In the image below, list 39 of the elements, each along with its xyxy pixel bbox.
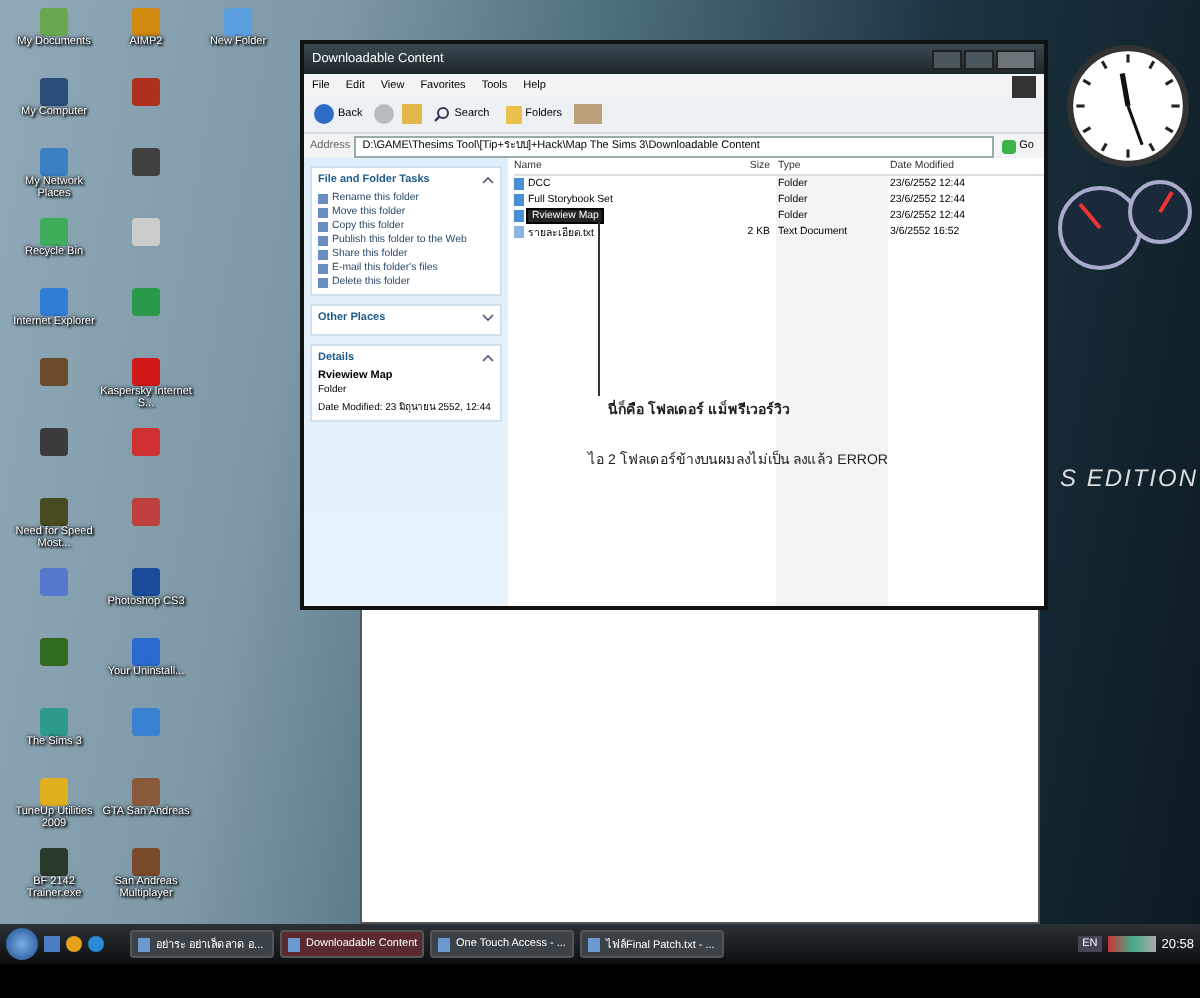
forward-button[interactable] (374, 104, 395, 124)
desktop-icon[interactable] (40, 638, 68, 666)
desktop-icon[interactable] (132, 8, 160, 36)
chevron-icon[interactable] (482, 176, 494, 184)
desktop-icon[interactable] (40, 148, 68, 176)
chevron-icon[interactable] (482, 314, 494, 322)
desktop-icon[interactable] (132, 288, 160, 316)
desktop-icon[interactable] (40, 428, 68, 456)
desktop-icon[interactable] (132, 708, 160, 736)
desktop-icon[interactable] (132, 568, 160, 596)
desktop-icon[interactable] (132, 358, 160, 386)
desktop-icon[interactable] (132, 428, 160, 456)
desktop-icon[interactable] (132, 498, 160, 526)
desktop-icon[interactable] (40, 568, 68, 596)
clock-gadget-drawing (1066, 44, 1190, 168)
desktop-icon[interactable] (132, 848, 160, 876)
maximize-button[interactable] (964, 49, 994, 69)
desktop-icon[interactable] (40, 498, 68, 526)
desktop-icon[interactable] (40, 8, 68, 36)
desktop-icon[interactable] (40, 708, 68, 736)
desktop-icon[interactable] (40, 78, 68, 106)
desktop-icon[interactable] (132, 78, 160, 106)
desktop-icon[interactable] (132, 218, 160, 246)
desktop-icon[interactable] (40, 778, 68, 806)
desktop-icon[interactable] (40, 288, 68, 316)
text-file-icon (514, 226, 524, 238)
chevron-icon[interactable] (482, 354, 494, 362)
wallpaper-text: S EDITION (1060, 464, 1199, 492)
close-button[interactable] (996, 49, 1036, 69)
desktop-icon[interactable] (40, 218, 68, 246)
start-button[interactable] (6, 928, 38, 960)
search-icon (434, 106, 451, 122)
desktop-icon[interactable] (132, 778, 160, 806)
minimize-button[interactable] (932, 49, 962, 69)
desktop-icon[interactable] (132, 148, 160, 176)
desktop-icon[interactable] (40, 358, 68, 386)
desktop-icon[interactable] (224, 8, 252, 36)
desktop-icon[interactable] (132, 638, 160, 666)
desktop-icon[interactable] (40, 848, 68, 876)
